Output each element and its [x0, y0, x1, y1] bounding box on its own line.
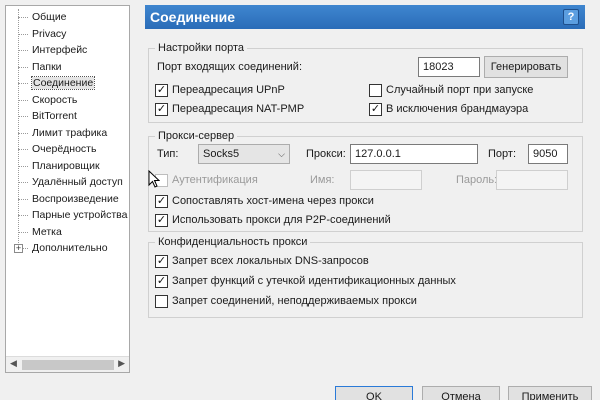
tree-item-label: Интерфейс — [32, 44, 88, 56]
tree-item-label: Дополнительно — [32, 242, 108, 254]
proxy-port-input[interactable]: 9050 — [528, 144, 568, 164]
firewall-label: В исключения брандмауэра — [386, 103, 529, 115]
check-icon: ✓ — [370, 103, 381, 115]
proxy-name-input[interactable] — [350, 170, 422, 190]
proxy-host-input[interactable]: 127.0.0.1 — [350, 144, 478, 164]
auth-label: Аутентификация — [172, 174, 258, 186]
upnp-label: Переадресация UPnP — [172, 84, 285, 96]
block-dns-label: Запрет всех локальных DNS-запросов — [172, 255, 369, 267]
cancel-button[interactable]: Отмена — [422, 386, 500, 400]
resolve-hostnames-checkbox[interactable]: ✓ — [155, 195, 168, 208]
proxy-type-value: Socks5 — [203, 148, 240, 160]
proxy-privacy-title: Конфиденциальность прокси — [155, 236, 311, 249]
page-title: Соединение — [150, 9, 236, 25]
random-port-checkbox[interactable] — [369, 84, 382, 97]
tree-item[interactable]: Соединение — [6, 75, 129, 92]
tree-item-label: Соединение — [30, 76, 96, 90]
tree-item[interactable]: Воспроизведение — [6, 191, 129, 208]
settings-tree[interactable]: Общие Privacy Интерфейс Папки Соединение Скор… — [5, 5, 130, 373]
natpmp-label: Переадресация NAT-PMP — [172, 103, 305, 115]
tree-item[interactable]: + Дополнительно — [6, 240, 129, 257]
tree-item[interactable]: Очерёдность — [6, 141, 129, 158]
proxy-host-label: Прокси: — [306, 148, 346, 160]
incoming-port-input[interactable]: 18023 — [418, 57, 480, 77]
proxy-server-title: Прокси-сервер — [155, 130, 238, 143]
port-settings-title: Настройки порта — [155, 42, 247, 55]
scrollbar-thumb[interactable] — [22, 360, 114, 370]
check-icon: ✓ — [156, 275, 167, 287]
tree-item-label: BitTorrent — [32, 110, 77, 122]
tree-item[interactable]: Удалённый доступ — [6, 174, 129, 191]
tree-item[interactable]: Лимит трафика — [6, 125, 129, 142]
incoming-port-label: Порт входящих соединений: — [157, 61, 303, 73]
check-icon: ✓ — [156, 195, 167, 207]
proxy-password-input[interactable] — [496, 170, 568, 190]
mouse-cursor-icon — [148, 170, 160, 188]
apply-button[interactable]: Применить — [508, 386, 592, 400]
proxy-password-label: Пароль: — [456, 174, 498, 186]
tree-item-label: Лимит трафика — [32, 126, 108, 139]
tree-item[interactable]: Интерфейс — [6, 42, 129, 59]
tree-item-label: Скорость — [32, 93, 78, 106]
proxy-type-label: Тип: — [157, 148, 179, 160]
resolve-hostnames-label: Сопоставлять хост-имена через прокси — [172, 195, 374, 207]
tree-item-label: Парные устройства — [32, 209, 128, 221]
proxy-name-label: Имя: — [310, 174, 335, 186]
block-leaks-checkbox[interactable]: ✓ — [155, 275, 168, 288]
block-unsupported-label: Запрет соединений, неподдерживаемых прок… — [172, 295, 417, 307]
p2p-proxy-checkbox[interactable]: ✓ — [155, 214, 168, 227]
tree-item-label: Планировщик — [32, 159, 100, 172]
tree-item[interactable]: Скорость — [6, 92, 129, 109]
chevron-down-icon: ⌵ — [278, 149, 285, 159]
expand-icon[interactable]: + — [14, 244, 23, 253]
tree-item[interactable]: Общие — [6, 9, 129, 26]
upnp-checkbox[interactable]: ✓ — [155, 84, 168, 97]
tree-horizontal-scrollbar[interactable]: ◀ ▶ — [6, 356, 129, 372]
tree-item-label: Воспроизведение — [32, 192, 119, 205]
check-icon: ✓ — [156, 84, 167, 96]
check-icon: ✓ — [156, 214, 167, 226]
tree-item[interactable]: Privacy — [6, 26, 129, 43]
firewall-checkbox[interactable]: ✓ — [369, 103, 382, 116]
tree-item[interactable]: Парные устройства — [6, 207, 129, 224]
p2p-proxy-label: Использовать прокси для P2P-соединений — [172, 214, 391, 226]
tree-item[interactable]: Папки — [6, 59, 129, 76]
proxy-type-select[interactable]: Socks5 ⌵ — [198, 144, 290, 164]
tree-item-label: Общие — [32, 11, 67, 23]
check-icon: ✓ — [156, 103, 167, 115]
tree-item-label: Метка — [32, 225, 62, 238]
block-dns-checkbox[interactable]: ✓ — [155, 255, 168, 268]
proxy-port-label: Порт: — [488, 148, 516, 160]
page-header: Соединение ? — [145, 5, 585, 29]
natpmp-checkbox[interactable]: ✓ — [155, 103, 168, 116]
random-port-label: Случайный порт при запуске — [386, 84, 534, 96]
block-leaks-label: Запрет функций с утечкой идентификационн… — [172, 275, 456, 287]
scroll-right-arrow-icon[interactable]: ▶ — [118, 358, 125, 369]
check-icon: ✓ — [156, 255, 167, 267]
ok-button[interactable]: OK — [335, 386, 413, 400]
tree-item[interactable]: Планировщик — [6, 158, 129, 175]
tree-item[interactable]: BitTorrent — [6, 108, 129, 125]
block-unsupported-checkbox[interactable] — [155, 295, 168, 308]
scroll-left-arrow-icon[interactable]: ◀ — [10, 358, 17, 369]
help-icon[interactable]: ? — [563, 9, 579, 25]
tree-item[interactable]: Метка — [6, 224, 129, 241]
tree-item-label: Папки — [32, 60, 62, 73]
settings-tree-list: Общие Privacy Интерфейс Папки Соединение Скор… — [6, 9, 129, 257]
tree-item-label: Очерёдность — [32, 143, 97, 155]
tree-item-label: Privacy — [32, 27, 67, 40]
tree-item-label: Удалённый доступ — [32, 176, 123, 188]
generate-port-button[interactable]: Генерировать — [484, 56, 568, 78]
